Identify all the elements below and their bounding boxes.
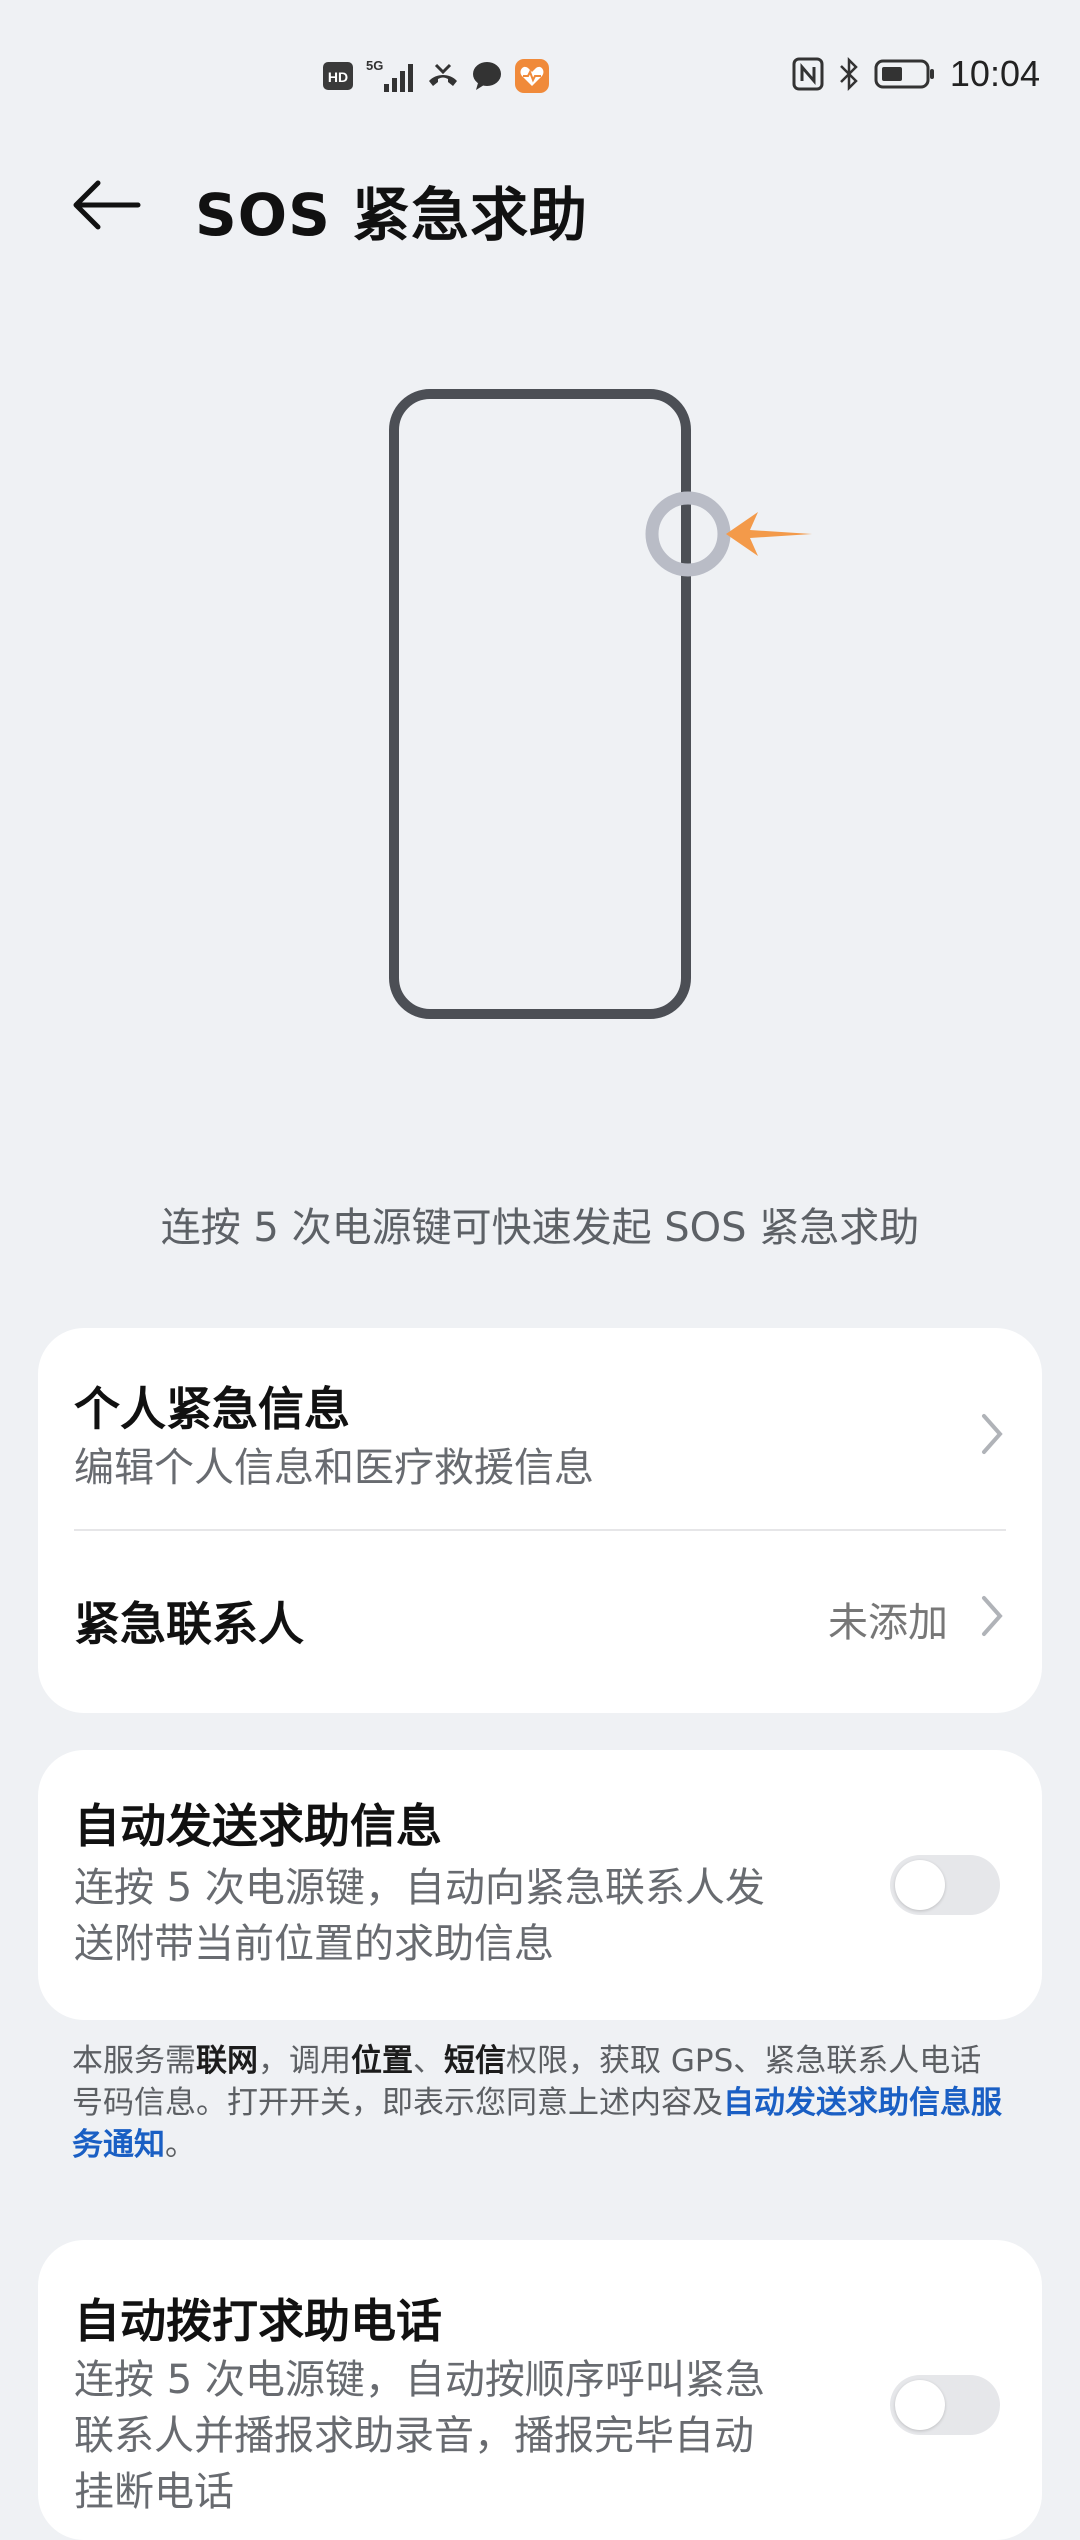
- chevron-right-icon: [982, 1596, 1003, 1636]
- intro-caption: 连按 5 次电源键可快速发起 SOS 紧急求助: [160, 1205, 920, 1251]
- app-header: SOS 紧急求助: [0, 150, 1080, 260]
- notice-location-permission: 位置: [351, 2043, 413, 2079]
- chat-icon: [473, 62, 501, 90]
- hd-icon: HD: [323, 62, 353, 90]
- auto-send-message-subtitle: 连按 5 次电源键，自动向紧急联系人发 送附带当前位置的求助信息: [74, 1860, 854, 1972]
- power-button-illustration: [0, 360, 1080, 1040]
- emergency-contacts-title: 紧急联系人: [74, 1597, 304, 1651]
- notice-text: 、: [413, 2043, 444, 2079]
- notice-text: ，调用: [258, 2043, 351, 2079]
- auto-send-subtitle-line1: 连按 5 次电源键，自动向紧急联系人发: [74, 1865, 765, 1911]
- divider: [74, 1529, 1006, 1531]
- health-app-icon: [515, 59, 549, 93]
- auto-call-subtitle-line3: 挂断电话: [74, 2469, 234, 2515]
- bluetooth-icon: [840, 56, 858, 92]
- auto-call-subtitle-line1: 连按 5 次电源键，自动按顺序呼叫紧急: [74, 2357, 765, 2403]
- personal-emergency-info-row[interactable]: 个人紧急信息 编辑个人信息和医疗救援信息: [38, 1328, 1042, 1528]
- auto-call-subtitle-line2: 联系人并播报求助录音，播报完毕自动: [74, 2413, 754, 2459]
- status-left-icons: HD 5G: [322, 56, 550, 96]
- auto-call-toggle[interactable]: [890, 2375, 1000, 2435]
- toggle-knob: [895, 2380, 945, 2430]
- status-bar: HD 5G 10:04: [0, 0, 1080, 150]
- service-notice: 本服务需联网，调用位置、短信权限，获取 GPS、紧急联系人电话号码信息。打开开关…: [72, 2040, 1012, 2166]
- personal-info-subtitle: 编辑个人信息和医疗救援信息: [74, 1445, 594, 1491]
- auto-send-sos-message-card: 自动发送求助信息 连按 5 次电源键，自动向紧急联系人发 送附带当前位置的求助信…: [38, 1750, 1042, 2020]
- auto-call-card: 自动拨打求助电话 连按 5 次电源键，自动按顺序呼叫紧急 联系人并播报求助录音，…: [38, 2240, 1042, 2540]
- nfc-icon: [792, 57, 824, 91]
- auto-send-message-toggle[interactable]: [890, 1855, 1000, 1915]
- auto-send-subtitle-line2: 送附带当前位置的求助信息: [74, 1921, 554, 1967]
- auto-call-subtitle: 连按 5 次电源键，自动按顺序呼叫紧急 联系人并播报求助录音，播报完毕自动 挂断…: [74, 2352, 854, 2520]
- page-title: SOS 紧急求助: [195, 181, 589, 249]
- auto-send-message-title: 自动发送求助信息: [74, 1799, 442, 1853]
- notice-sms-permission: 短信: [444, 2043, 506, 2079]
- notice-text: 本服务需: [72, 2043, 196, 2079]
- press-arrow-icon: [726, 512, 812, 556]
- status-time: 10:04: [949, 53, 1040, 94]
- chevron-right-icon: [982, 1414, 1003, 1454]
- emergency-info-card: 个人紧急信息 编辑个人信息和医疗救援信息 紧急联系人 未添加: [38, 1328, 1042, 1713]
- battery-icon: [874, 59, 934, 89]
- status-right-icons: 10:04: [792, 52, 1040, 96]
- 5g-signal-icon: 5G: [366, 58, 413, 92]
- toggle-knob: [895, 1860, 945, 1910]
- emergency-contacts-row[interactable]: 紧急联系人 未添加: [38, 1532, 1042, 1713]
- missed-call-icon: [429, 63, 457, 86]
- back-arrow-icon: [73, 180, 141, 230]
- notice-text: 。: [165, 2127, 196, 2163]
- emergency-contacts-value: 未添加: [828, 1600, 948, 1646]
- auto-call-title: 自动拨打求助电话: [74, 2294, 442, 2348]
- notice-network-permission: 联网: [196, 2043, 258, 2079]
- svg-text:HD: HD: [328, 69, 348, 85]
- back-button[interactable]: [68, 175, 144, 235]
- personal-info-title: 个人紧急信息: [74, 1382, 350, 1436]
- svg-text:5G: 5G: [366, 58, 383, 73]
- phone-outline-illustration: [389, 389, 812, 1019]
